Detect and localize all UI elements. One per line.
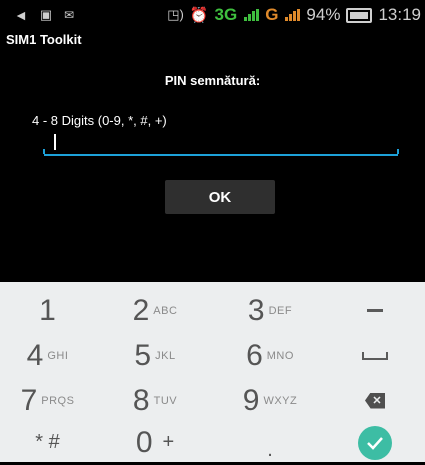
key-star-hash[interactable]: * # [0,420,95,465]
key-dot[interactable]: . [215,420,325,465]
key-1[interactable]: 1 [0,288,95,333]
backspace-icon: ✕ [365,392,385,409]
dot-label: . [267,439,273,461]
minus-icon [367,309,383,312]
key-digit: 8 [132,383,150,417]
key-5[interactable]: 5 JKL [95,333,215,378]
key-7[interactable]: 7 PRQS [0,378,95,423]
key-letters: TUV [153,394,178,407]
numeric-keypad: 1 2 ABC 3 DEF 4 GHI 5 JKL 6 MNO 7 PRQS 8… [0,282,425,462]
key-3[interactable]: 3 DEF [215,288,325,333]
checkmark-icon [358,425,392,460]
text-caret [54,134,56,150]
pin-prompt: PIN semnătură: [164,73,261,88]
key-digit: 2 [132,293,150,327]
key-4[interactable]: 4 GHI [0,333,95,378]
battery-icon [346,7,373,23]
key-digit: 7 [20,383,38,417]
network-g: G [265,5,279,24]
signal-icon-2 [285,9,301,21]
message-icon: ✉ [64,8,75,22]
image-icon: ▣ [39,7,53,22]
key-0[interactable]: 0 + [95,420,215,465]
key-digit: 3 [247,293,265,327]
key-letters: DEF [268,304,293,317]
key-8[interactable]: 8 TUV [95,378,215,423]
key-6[interactable]: 6 MNO [215,333,325,378]
key-digit: 1 [39,293,56,327]
key-digit: 4 [26,338,44,372]
key-letters: PRQS [41,394,75,407]
pin-input[interactable] [43,134,399,156]
ok-button[interactable]: OK [165,180,275,214]
key-space[interactable] [325,333,425,378]
pin-hint: 4 - 8 Digits (0-9, *, #, +) [32,113,167,128]
key-digit: 9 [242,383,260,417]
key-digit: 6 [246,338,263,372]
app-title: SIM1 Toolkit [6,32,82,47]
volume-icon: ◳) [167,7,184,22]
key-letters: ABC [153,304,178,317]
key-digit: 0 [135,425,153,459]
key-backspace[interactable]: ✕ [325,378,425,423]
battery-percent: 94% [306,5,341,24]
key-minus[interactable] [325,288,425,333]
key-letters: WXYZ [263,394,298,407]
clock: 13:19 [378,5,421,24]
key-letters: GHI [47,349,69,362]
signal-icon-1 [244,9,260,21]
key-letters: + [162,431,175,453]
network-3g: 3G [214,5,238,24]
key-digit: 5 [134,338,152,372]
star-hash-label: * # [35,431,60,453]
key-letters: JKL [155,349,176,362]
space-icon [362,351,388,360]
key-2[interactable]: 2 ABC [95,288,215,333]
back-icon: ◄ [14,7,28,23]
key-letters: MNO [266,349,294,362]
key-done[interactable] [325,420,425,465]
alarm-icon: ⏰ [189,7,209,24]
status-bar: ◄ ▣ ✉ ◳) ⏰ 3G G 94% 13:19 [0,0,425,30]
key-9[interactable]: 9 WXYZ [215,378,325,423]
